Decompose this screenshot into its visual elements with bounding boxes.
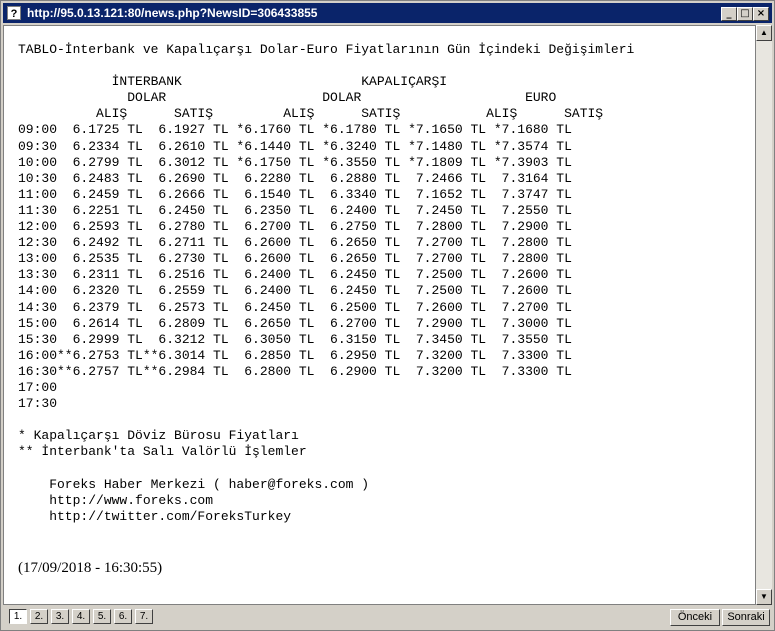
next-button[interactable]: Sonraki: [722, 609, 770, 626]
page-tab-2[interactable]: 2.: [30, 609, 48, 624]
page-tab-6[interactable]: 6.: [114, 609, 132, 624]
scroll-up-button[interactable]: ▲: [756, 25, 772, 41]
vertical-scrollbar[interactable]: ▲ ▼: [756, 25, 772, 605]
browser-window: ? http://95.0.13.121:80/news.php?NewsID=…: [0, 0, 775, 631]
maximize-button[interactable]: □: [737, 7, 753, 21]
news-article-text: TABLO-İnterbank ve Kapalıçarşı Dolar-Eur…: [18, 42, 635, 524]
page-tab-7[interactable]: 7.: [135, 609, 153, 624]
minimize-button[interactable]: _: [721, 7, 737, 21]
page-tab-5[interactable]: 5.: [93, 609, 111, 624]
page-tab-4[interactable]: 4.: [72, 609, 90, 624]
question-icon: ?: [7, 6, 21, 20]
scroll-down-button[interactable]: ▼: [756, 589, 772, 605]
title-bar[interactable]: ? http://95.0.13.121:80/news.php?NewsID=…: [3, 3, 772, 23]
page-tab-1[interactable]: 1.: [9, 609, 27, 624]
news-datestamp: (17/09/2018 - 16:30:55): [18, 560, 163, 576]
news-content-area: TABLO-İnterbank ve Kapalıçarşı Dolar-Eur…: [3, 25, 756, 605]
page-tab-3[interactable]: 3.: [51, 609, 69, 624]
page-navigation-bar: 1. 2. 3. 4. 5. 6. 7. Önceki Sonraki: [3, 606, 772, 628]
previous-button[interactable]: Önceki: [670, 609, 720, 626]
window-title: http://95.0.13.121:80/news.php?NewsID=30…: [27, 6, 318, 20]
close-button[interactable]: ×: [753, 7, 769, 21]
